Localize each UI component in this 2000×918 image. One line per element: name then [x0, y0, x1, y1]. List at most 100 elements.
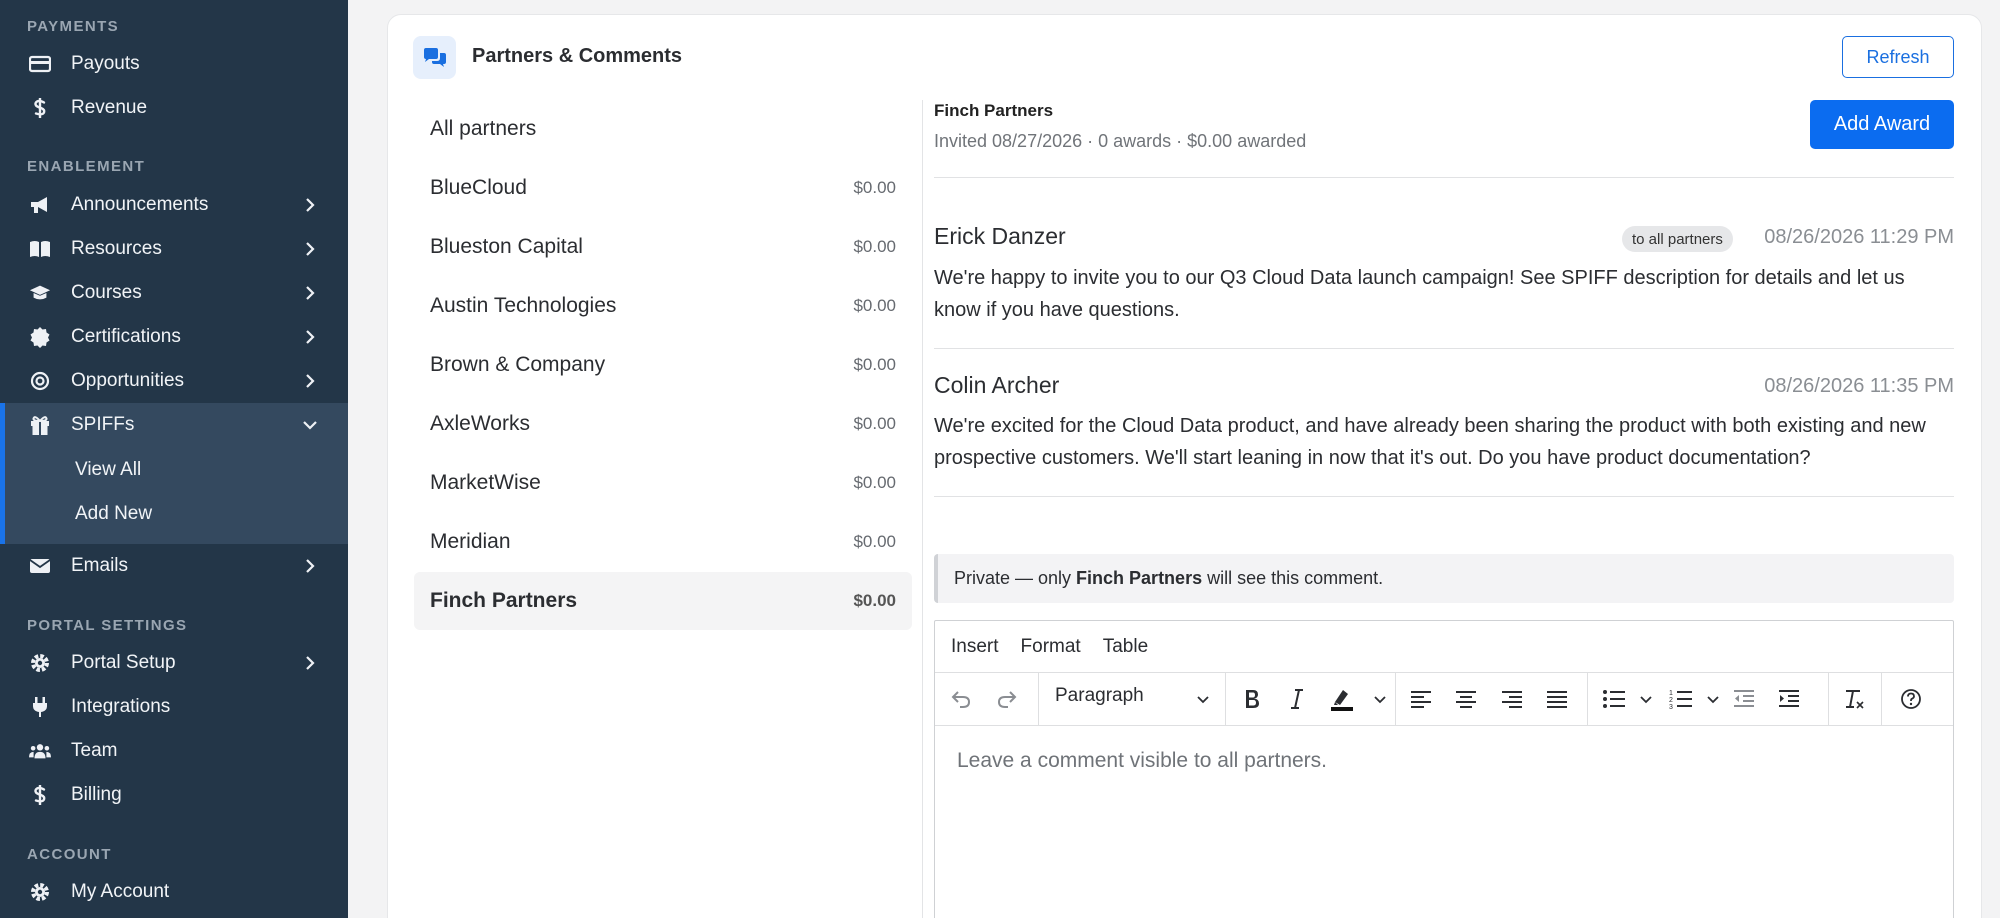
toolbar-separator: [1225, 673, 1226, 726]
selected-partner-name: Finch Partners: [934, 101, 1054, 120]
undo-icon[interactable]: [945, 683, 977, 715]
svg-text:2: 2: [1669, 697, 1673, 704]
sidebar-item-resources[interactable]: Resources: [0, 227, 348, 271]
comment-editor: Insert Format Table Paragraph 123 Leave: [934, 620, 1954, 918]
numbered-list-icon[interactable]: 123: [1665, 683, 1697, 715]
sidebar-item-portal-setup[interactable]: Portal Setup: [0, 641, 348, 685]
envelope-icon: [29, 555, 51, 577]
sidebar-item-certifications[interactable]: Certifications: [0, 315, 348, 359]
sidebar-item-courses[interactable]: Courses: [0, 271, 348, 315]
bold-icon[interactable]: [1236, 683, 1268, 715]
section-heading-account: ACCOUNT: [27, 846, 112, 863]
credit-card-icon: [29, 53, 51, 75]
sidebar-item-team[interactable]: Team: [0, 729, 348, 773]
chevron-down-icon[interactable]: [1638, 692, 1654, 708]
audience-badge: to all partners: [1622, 226, 1733, 252]
block-format-value: Paragraph: [1055, 685, 1144, 706]
certificate-icon: [29, 326, 51, 348]
partner-amount: $0.00: [853, 178, 896, 197]
align-justify-icon[interactable]: [1541, 683, 1573, 715]
sidebar-subitem-view-all[interactable]: View All: [75, 459, 141, 481]
section-heading-portal-settings: PORTAL SETTINGS: [27, 617, 188, 634]
sidebar-item-label: Team: [71, 740, 118, 761]
divider: [934, 496, 1954, 497]
notice-partner: Finch Partners: [1076, 568, 1203, 588]
sidebar-item-label: Announcements: [71, 194, 209, 215]
align-left-icon[interactable]: [1405, 683, 1437, 715]
menu-table[interactable]: Table: [1103, 636, 1148, 658]
partner-amount: $0.00: [853, 355, 896, 374]
align-right-icon[interactable]: [1496, 683, 1528, 715]
chevron-down-icon[interactable]: [1372, 692, 1388, 708]
bullet-list-icon[interactable]: [1598, 683, 1630, 715]
partner-amount: $0.00: [853, 473, 896, 492]
sidebar-item-label: Emails: [71, 555, 129, 576]
partner-row[interactable]: AxleWorks $0.00: [414, 395, 912, 453]
svg-text:1: 1: [1669, 690, 1673, 697]
sidebar-item-payouts[interactable]: Payouts: [0, 42, 348, 86]
chevron-down-icon: [303, 421, 317, 430]
sidebar-item-my-account[interactable]: My Account: [0, 870, 348, 914]
svg-text:3: 3: [1669, 704, 1673, 710]
notice-suffix: will see this comment.: [1207, 568, 1384, 588]
sidebar-item-announcements[interactable]: Announcements: [0, 183, 348, 227]
partner-row[interactable]: BlueCloud $0.00: [414, 159, 912, 217]
outdent-icon[interactable]: [1728, 683, 1760, 715]
sidebar-item-integrations[interactable]: Integrations: [0, 685, 348, 729]
help-icon[interactable]: [1895, 683, 1927, 715]
dollar-icon: [29, 97, 51, 119]
sidebar-item-emails[interactable]: Emails: [0, 544, 348, 588]
clear-formatting-icon[interactable]: [1838, 683, 1870, 715]
highlight-icon[interactable]: [1326, 683, 1358, 715]
menu-insert[interactable]: Insert: [951, 636, 999, 658]
partner-amount: $0.00: [853, 591, 896, 610]
all-partners-link[interactable]: All partners: [430, 117, 536, 141]
redo-icon[interactable]: [991, 683, 1023, 715]
comment-editor-input[interactable]: Leave a comment visible to all partners.: [957, 749, 1327, 773]
sidebar-subitem-add-new[interactable]: Add New: [75, 503, 152, 525]
partner-row[interactable]: Brown & Company $0.00: [414, 336, 912, 394]
partner-name: Finch Partners: [430, 589, 578, 612]
comment-author: Erick Danzer: [934, 223, 1066, 249]
comment-author: Colin Archer: [934, 372, 1060, 398]
megaphone-icon: [29, 194, 51, 216]
partner-row[interactable]: Blueston Capital $0.00: [414, 218, 912, 276]
indent-icon[interactable]: [1773, 683, 1805, 715]
sidebar-item-spiffs[interactable]: SPIFFs: [0, 403, 348, 447]
section-heading-enablement: ENABLEMENT: [27, 158, 146, 175]
comment-timestamp: 08/26/2026 11:35 PM: [1764, 375, 1954, 397]
partner-row[interactable]: MarketWise $0.00: [414, 454, 912, 512]
add-award-button[interactable]: Add Award: [1810, 100, 1954, 149]
sidebar-item-label: Payouts: [71, 53, 140, 74]
sidebar-item-revenue[interactable]: Revenue: [0, 86, 348, 130]
chevron-right-icon: [306, 286, 315, 300]
users-icon: [29, 740, 51, 762]
partner-name: Meridian: [430, 530, 511, 553]
gear-icon: [29, 652, 51, 674]
toolbar-separator: [1395, 673, 1396, 726]
align-center-icon[interactable]: [1450, 683, 1482, 715]
sidebar-item-label: Certifications: [71, 326, 181, 347]
menu-format[interactable]: Format: [1021, 636, 1081, 658]
editor-menubar: Insert Format Table: [935, 621, 1953, 673]
partner-row-selected[interactable]: Finch Partners $0.00: [414, 572, 912, 630]
panel-divider: [922, 100, 923, 918]
chevron-right-icon: [306, 656, 315, 670]
comment-timestamp: 08/26/2026 11:29 PM: [1764, 226, 1954, 248]
divider: [934, 348, 1954, 349]
comment-body: We're happy to invite you to our Q3 Clou…: [934, 267, 1905, 321]
sidebar-item-label: SPIFFs: [71, 414, 135, 435]
chevron-down-icon[interactable]: [1705, 692, 1721, 708]
gift-icon: [29, 414, 51, 436]
sidebar-item-label: Opportunities: [71, 370, 185, 391]
block-format-select[interactable]: Paragraph: [1039, 673, 1225, 726]
comments-icon: [413, 36, 456, 79]
chevron-right-icon: [306, 374, 315, 388]
refresh-button[interactable]: Refresh: [1842, 36, 1954, 78]
partner-row[interactable]: Meridian $0.00: [414, 513, 912, 571]
sidebar-item-opportunities[interactable]: Opportunities: [0, 359, 348, 403]
partner-row[interactable]: Austin Technologies $0.00: [414, 277, 912, 335]
italic-icon[interactable]: [1281, 683, 1313, 715]
dollar-icon: [29, 784, 51, 806]
sidebar-item-billing[interactable]: Billing: [0, 773, 348, 817]
